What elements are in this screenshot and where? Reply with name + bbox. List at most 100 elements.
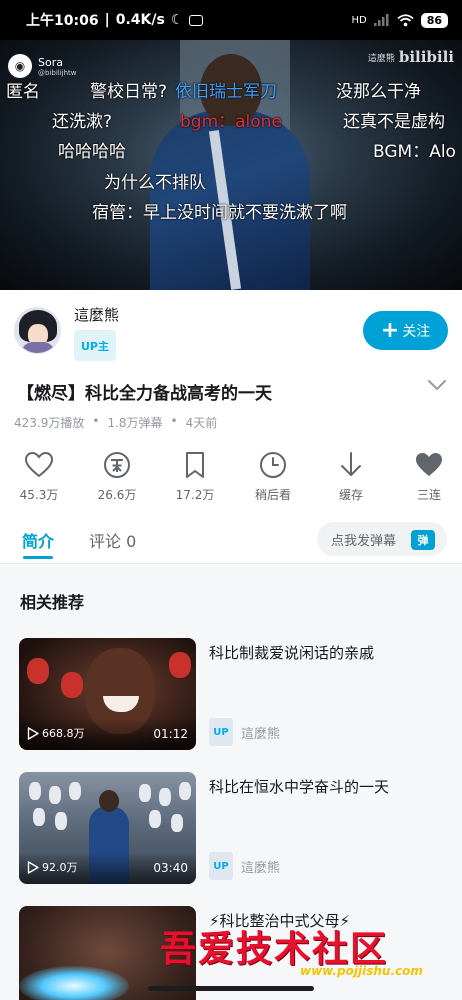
- wifi-icon: [397, 13, 414, 26]
- view-count-text: 668.8万: [42, 727, 85, 740]
- thumbnail-crowd: [171, 814, 183, 832]
- site-watermark-url: www.pojjishu.com: [300, 964, 423, 978]
- hd-icon: HD: [351, 14, 367, 26]
- danmaku-comment: 哈哈哈哈: [58, 142, 126, 162]
- battery-indicator: 86: [420, 12, 448, 28]
- clock-icon: [260, 452, 286, 478]
- thumbnail-lantern: [61, 672, 83, 698]
- thumbnail-crowd: [69, 782, 81, 800]
- danmaku-comment: 还洗漱?: [52, 112, 113, 132]
- danmaku-badge-icon[interactable]: 弹: [411, 530, 435, 550]
- related-card[interactable]: 92.0万 03:40 科比在恒水中学奋斗的一天 UP 這麼熊: [19, 772, 449, 884]
- triple-button[interactable]: 三连: [404, 450, 454, 503]
- meta-dot: •: [170, 414, 178, 428]
- like-button[interactable]: 45.3万: [14, 450, 64, 503]
- moon-icon: ☾: [170, 12, 184, 28]
- danmaku-comment: BGM：Alo: [373, 142, 456, 162]
- related-title[interactable]: 科比在恒水中学奋斗的一天: [209, 776, 389, 797]
- thumbnail-crowd: [149, 810, 161, 828]
- thumbnail-crowd: [29, 782, 41, 800]
- triple-label: 三连: [416, 488, 441, 502]
- avatar-coat: [21, 342, 55, 353]
- uploader-row: 這麼熊 UP主 + 关注: [14, 304, 448, 364]
- video-source-badge: ◉ Sora @bibilijhtw: [8, 54, 77, 78]
- tab-indicator: [23, 556, 53, 559]
- avatar[interactable]: [14, 307, 61, 354]
- view-count: 92.0万: [27, 859, 78, 875]
- favorite-count: 17.2万: [175, 488, 215, 502]
- post-time: 4天前: [185, 416, 218, 430]
- watch-later-button[interactable]: 稍后看: [248, 450, 298, 503]
- related-heading: 相关推荐: [20, 593, 85, 612]
- download-icon: [341, 452, 361, 476]
- coin-button[interactable]: 26.6万: [92, 450, 142, 503]
- danmaku-input[interactable]: 点我发弹幕 弹: [317, 522, 447, 556]
- meta-dot: •: [92, 414, 100, 428]
- duration: 01:12: [153, 727, 188, 741]
- tab-bar: 简介 评论 0 点我发弹幕 弹: [0, 516, 462, 564]
- danmaku-comment: 宿管：早上没时间就不要洗漱了啊: [92, 203, 347, 223]
- plus-icon: +: [380, 317, 400, 343]
- thumbnail-lantern: [169, 652, 191, 678]
- bookmark-icon: [186, 452, 204, 478]
- video-source-name: Sora: [38, 55, 63, 69]
- home-indicator[interactable]: [148, 986, 314, 991]
- video-thumbnail[interactable]: 668.8万 01:12: [19, 638, 196, 750]
- tab-comments[interactable]: 评论 0: [89, 528, 136, 552]
- related-title[interactable]: 科比制裁爱说闲话的亲戚: [209, 642, 374, 663]
- related-card[interactable]: 668.8万 01:12 科比制裁爱说闲话的亲戚 UP 這麼熊: [19, 638, 449, 750]
- video-meta: 423.9万播放 • 1.8万弹幕 • 4天前: [14, 414, 217, 431]
- related-uploader-name: 這麼熊: [241, 860, 281, 876]
- chevron-down-icon[interactable]: [426, 374, 448, 396]
- view-count-text: 92.0万: [42, 861, 78, 874]
- video-watermark-name: 這麼熊: [367, 53, 395, 64]
- thumbnail-glow: [19, 966, 129, 1000]
- thumbnail-player-head: [99, 790, 119, 812]
- related-uploader[interactable]: UP 這麼熊: [209, 718, 280, 746]
- thumbnail-lantern: [27, 658, 49, 684]
- app-notification-icon: [189, 14, 204, 26]
- view-count: 668.8万: [27, 725, 85, 741]
- danmaku-comment: 匿名: [6, 82, 40, 102]
- video-player[interactable]: ◉ Sora @bibilijhtw 這麼熊 bilibili 匿名 警校日常?…: [0, 40, 462, 290]
- video-thumbnail[interactable]: 92.0万 03:40: [19, 772, 196, 884]
- danmaku-count: 1.8万弹幕: [107, 416, 163, 430]
- status-speed: 0.4K/s: [115, 12, 165, 28]
- favorite-button[interactable]: 17.2万: [170, 450, 220, 503]
- triple-heart-icon: [416, 453, 442, 476]
- thumbnail-crowd: [49, 786, 61, 804]
- status-left: 上午10:06 | 0.4K/s ☾: [26, 10, 204, 30]
- thumbnail-crowd: [179, 782, 191, 800]
- danmaku-placeholder: 点我发弹幕: [331, 533, 397, 549]
- up-badge: UP: [209, 718, 233, 746]
- like-count: 45.3万: [19, 488, 59, 502]
- watch-later-label: 稍后看: [254, 488, 291, 502]
- danmaku-comment: 依旧瑞士军刀: [175, 82, 277, 102]
- site-watermark: 吾爱技术社区 www.pojjishu.com: [160, 920, 460, 980]
- sora-logo-icon: ◉: [8, 54, 32, 78]
- related-uploader-name: 這麼熊: [241, 726, 281, 742]
- uploader-tag: UP主: [74, 330, 116, 361]
- cache-label: 缓存: [338, 488, 363, 502]
- danmaku-comment: 为什么不排队: [104, 173, 206, 193]
- video-watermark: 這麼熊 bilibili: [368, 48, 454, 66]
- uploader-name[interactable]: 這麼熊: [74, 304, 119, 325]
- status-bar: 上午10:06 | 0.4K/s ☾ HD 86: [0, 0, 462, 40]
- coin-icon: [104, 452, 130, 478]
- follow-button[interactable]: + 关注: [363, 311, 448, 350]
- status-time: 上午10:06: [26, 13, 99, 29]
- cache-button[interactable]: 缓存: [326, 450, 376, 503]
- thumbnail-crowd: [33, 808, 45, 826]
- play-count: 423.9万播放: [14, 416, 85, 430]
- danmaku-comment: 没那么干净: [336, 82, 421, 102]
- thumbnail-crowd: [55, 812, 67, 830]
- danmaku-comment: 还真不是虚构: [343, 112, 445, 132]
- status-right: HD 86: [351, 12, 448, 28]
- duration: 03:40: [153, 861, 188, 875]
- video-source-handle: @bibilijhtw: [38, 68, 77, 77]
- related-uploader[interactable]: UP 這麼熊: [209, 852, 280, 880]
- tab-intro[interactable]: 简介: [22, 528, 54, 552]
- heart-icon: [24, 451, 54, 478]
- danmaku-comment: bgm：alone: [180, 112, 282, 132]
- up-badge: UP: [209, 852, 233, 880]
